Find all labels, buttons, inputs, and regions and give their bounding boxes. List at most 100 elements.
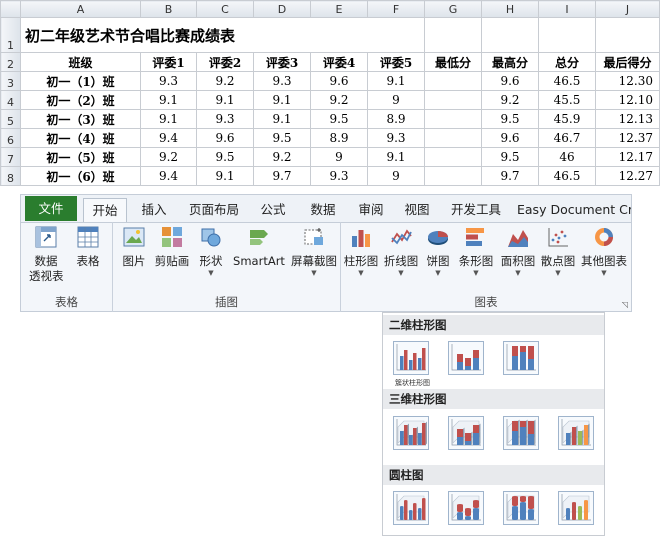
cell[interactable] — [367, 17, 425, 53]
score-cell[interactable]: 46 — [538, 147, 596, 167]
picture-button[interactable]: 图片 — [119, 226, 149, 269]
pivot-table-button[interactable]: 数据 透视表 — [29, 226, 64, 284]
column-header-c[interactable]: C — [196, 0, 254, 18]
score-cell[interactable]: 9.7 — [481, 166, 539, 186]
score-cell[interactable]: 8.9 — [310, 128, 368, 148]
header-cell-class[interactable]: 班级 — [20, 52, 141, 72]
score-cell[interactable] — [424, 109, 482, 129]
score-cell[interactable] — [424, 166, 482, 186]
column-chart-button[interactable]: 柱形图 ▼ — [343, 226, 379, 277]
score-cell[interactable]: 9.2 — [481, 90, 539, 110]
dialog-launcher-icon[interactable]: ◹ — [622, 300, 628, 309]
sheet-title-cell[interactable]: 初二年级艺术节合唱比赛成绩表 — [20, 17, 368, 53]
cell[interactable] — [595, 17, 660, 53]
column-header-i[interactable]: I — [538, 0, 596, 18]
bar-chart-button[interactable]: 条形图 ▼ — [457, 226, 495, 277]
tab-insert[interactable]: 插入 — [133, 198, 175, 221]
row-header-2[interactable]: 2 — [0, 52, 21, 72]
score-cell[interactable]: 9.5 — [310, 109, 368, 129]
table-button[interactable]: 表格 — [71, 226, 105, 269]
gallery-item-3d-clustered-column[interactable] — [393, 416, 429, 450]
score-cell[interactable]: 9.3 — [196, 109, 254, 129]
row-header-1[interactable]: 1 — [0, 17, 21, 53]
score-cell[interactable]: 45.9 — [538, 109, 596, 129]
tab-review[interactable]: 审阅 — [351, 198, 391, 221]
score-cell[interactable]: 9.5 — [481, 109, 539, 129]
score-cell[interactable]: 9 — [367, 166, 425, 186]
score-cell[interactable]: 9.6 — [481, 71, 539, 91]
row-header-7[interactable]: 7 — [0, 147, 21, 167]
column-header-g[interactable]: G — [424, 0, 482, 18]
header-cell-judge5[interactable]: 评委5 — [367, 52, 425, 72]
cell[interactable] — [424, 17, 482, 53]
score-cell[interactable]: 12.27 — [595, 166, 660, 186]
row-header-6[interactable]: 6 — [0, 128, 21, 148]
header-cell-max[interactable]: 最高分 — [481, 52, 539, 72]
score-cell[interactable]: 9.1 — [367, 71, 425, 91]
score-cell[interactable]: 9 — [310, 147, 368, 167]
score-cell[interactable] — [424, 90, 482, 110]
score-cell[interactable]: 12.37 — [595, 128, 660, 148]
class-name-cell[interactable]: 初一（4）班 — [20, 128, 141, 148]
gallery-item-stacked-column[interactable] — [448, 341, 484, 375]
tab-file[interactable]: 文件 — [25, 196, 77, 221]
score-cell[interactable]: 9.6 — [310, 71, 368, 91]
header-cell-judge2[interactable]: 评委2 — [196, 52, 254, 72]
score-cell[interactable]: 9.4 — [140, 166, 197, 186]
gallery-item-clustered-column[interactable] — [393, 341, 429, 375]
score-cell[interactable]: 9.1 — [140, 109, 197, 129]
area-chart-button[interactable]: 面积图 ▼ — [499, 226, 537, 277]
other-charts-button[interactable]: 其他图表 ▼ — [579, 226, 629, 277]
header-cell-total[interactable]: 总分 — [538, 52, 596, 72]
score-cell[interactable]: 9.2 — [140, 147, 197, 167]
score-cell[interactable]: 9.2 — [196, 71, 254, 91]
row-header-4[interactable]: 4 — [0, 90, 21, 110]
cell[interactable] — [481, 17, 539, 53]
score-cell[interactable]: 8.9 — [367, 109, 425, 129]
score-cell[interactable]: 9.5 — [196, 147, 254, 167]
score-cell[interactable]: 12.13 — [595, 109, 660, 129]
column-header-h[interactable]: H — [481, 0, 539, 18]
score-cell[interactable]: 9.1 — [253, 90, 311, 110]
screenshot-button[interactable]: 屏幕截图 ▼ — [289, 226, 339, 277]
header-cell-min[interactable]: 最低分 — [424, 52, 482, 72]
score-cell[interactable]: 9.7 — [253, 166, 311, 186]
score-cell[interactable]: 9.2 — [253, 147, 311, 167]
score-cell[interactable]: 9.1 — [253, 109, 311, 129]
score-cell[interactable]: 9.3 — [140, 71, 197, 91]
tab-page-layout[interactable]: 页面布局 — [183, 198, 245, 221]
column-header-a[interactable]: A — [20, 0, 141, 18]
tab-home[interactable]: 开始 — [83, 198, 127, 222]
smartart-button[interactable]: SmartArt — [231, 226, 287, 269]
gallery-item-stacked-cylinder[interactable] — [448, 491, 484, 525]
score-cell[interactable] — [424, 71, 482, 91]
gallery-item-3d-100-stacked-column[interactable] — [503, 416, 539, 450]
gallery-item-100-stacked-column[interactable] — [503, 341, 539, 375]
header-cell-judge3[interactable]: 评委3 — [253, 52, 311, 72]
gallery-item-3d-column[interactable] — [558, 416, 594, 450]
clipart-button[interactable]: 剪贴画 — [153, 226, 191, 269]
score-cell[interactable]: 46.5 — [538, 166, 596, 186]
score-cell[interactable]: 12.30 — [595, 71, 660, 91]
column-header-b[interactable]: B — [140, 0, 197, 18]
score-cell[interactable]: 9.5 — [481, 147, 539, 167]
tab-view[interactable]: 视图 — [397, 198, 437, 221]
row-header-8[interactable]: 8 — [0, 166, 21, 186]
score-cell[interactable]: 9 — [367, 90, 425, 110]
header-cell-judge1[interactable]: 评委1 — [140, 52, 197, 72]
header-cell-final[interactable]: 最后得分 — [595, 52, 660, 72]
scatter-chart-button[interactable]: 散点图 ▼ — [539, 226, 577, 277]
cell[interactable] — [538, 17, 596, 53]
row-header-3[interactable]: 3 — [0, 71, 21, 91]
score-cell[interactable]: 45.5 — [538, 90, 596, 110]
score-cell[interactable]: 9.3 — [253, 71, 311, 91]
score-cell[interactable]: 12.10 — [595, 90, 660, 110]
score-cell[interactable]: 9.2 — [310, 90, 368, 110]
score-cell[interactable]: 9.1 — [196, 90, 254, 110]
pie-chart-button[interactable]: 饼图 ▼ — [423, 226, 453, 277]
column-header-f[interactable]: F — [367, 0, 425, 18]
score-cell[interactable]: 9.4 — [140, 128, 197, 148]
score-cell[interactable]: 46.7 — [538, 128, 596, 148]
score-cell[interactable]: 12.17 — [595, 147, 660, 167]
score-cell[interactable]: 9.1 — [367, 147, 425, 167]
